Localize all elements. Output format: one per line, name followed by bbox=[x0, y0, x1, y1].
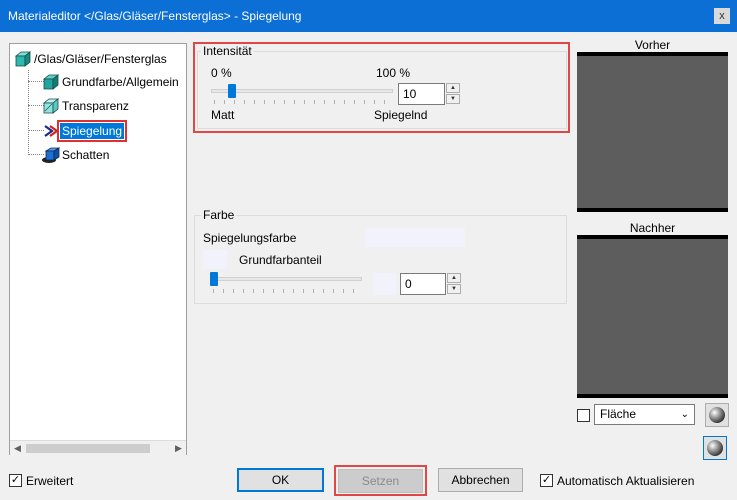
preview-option-checkbox[interactable] bbox=[577, 409, 590, 422]
base-share-slider-thumb[interactable] bbox=[210, 272, 218, 286]
auto-update-label: Automatisch Aktualisieren bbox=[557, 474, 695, 488]
tree-item-base-color[interactable]: Grundfarbe/Allgemein bbox=[42, 72, 181, 92]
close-button[interactable]: x bbox=[714, 8, 730, 24]
scrollbar-thumb[interactable] bbox=[26, 444, 150, 453]
intensity-value-input[interactable]: 10 bbox=[398, 83, 445, 105]
base-color-share-label: Grundfarbanteil bbox=[239, 253, 322, 267]
tree-item-label: Schatten bbox=[62, 148, 110, 162]
base-share-color-swatch bbox=[373, 273, 396, 295]
extended-label: Erweitert bbox=[26, 474, 74, 488]
auto-update-checkbox[interactable]: ✓ bbox=[540, 474, 553, 487]
base-share-slider-track[interactable] bbox=[210, 277, 362, 281]
tree-horizontal-scrollbar[interactable]: ◀ ▶ bbox=[10, 440, 186, 455]
sphere-preview-button[interactable] bbox=[705, 403, 729, 427]
intensity-right-label: Spiegelnd bbox=[374, 108, 428, 122]
intensity-slider-thumb[interactable] bbox=[228, 84, 237, 98]
base-color-swatch[interactable] bbox=[203, 250, 227, 269]
tree-connector bbox=[28, 70, 29, 155]
base-share-slider-ticks bbox=[213, 289, 363, 293]
tree-item-reflection[interactable]: Spiegelung bbox=[42, 120, 128, 142]
intensity-slider-track[interactable] bbox=[211, 89, 393, 93]
shadow-cube-icon bbox=[42, 147, 60, 163]
window-title: Materialeditor </Glas/Gläser/Fensterglas… bbox=[8, 9, 302, 23]
title-bar: Materialeditor </Glas/Gläser/Fensterglas… bbox=[0, 0, 737, 32]
tree-item-transparency[interactable]: Transparenz bbox=[42, 96, 131, 116]
cancel-button[interactable]: Abbrechen bbox=[438, 468, 523, 492]
intensity-slider-ticks bbox=[214, 100, 392, 104]
tree-item-label: Spiegelung bbox=[56, 120, 128, 142]
chevron-down-icon: ⌄ bbox=[680, 409, 689, 420]
sphere-render-icon bbox=[707, 440, 723, 456]
before-preview-label: Vorher bbox=[634, 38, 671, 52]
material-cube-icon bbox=[14, 51, 32, 67]
intensity-spin-down-icon[interactable]: ▼ bbox=[446, 94, 460, 104]
tree-root[interactable]: /Glas/Gläser/Fensterglas bbox=[14, 49, 169, 69]
apply-highlight bbox=[334, 465, 427, 496]
surface-select[interactable]: Fläche ⌄ bbox=[594, 404, 695, 425]
surface-select-value: Fläche bbox=[600, 407, 637, 421]
intensity-spin-up-icon[interactable]: ▲ bbox=[446, 83, 460, 93]
tree-root-label: /Glas/Gläser/Fensterglas bbox=[34, 52, 167, 66]
before-preview bbox=[577, 52, 728, 212]
transparency-cube-icon bbox=[42, 98, 60, 114]
base-color-cube-icon bbox=[42, 74, 60, 90]
extended-checkbox[interactable]: ✓ bbox=[9, 474, 22, 487]
category-tree[interactable]: /Glas/Gläser/Fensterglas Grundfarbe/Allg… bbox=[9, 43, 187, 455]
sphere-render-button[interactable] bbox=[703, 436, 727, 460]
intensity-max-label: 100 % bbox=[376, 66, 411, 80]
tree-item-label: Transparenz bbox=[62, 99, 129, 113]
reflection-color-swatch[interactable] bbox=[365, 228, 465, 247]
color-group-title: Farbe bbox=[201, 208, 237, 222]
tree-item-label: Grundfarbe/Allgemein bbox=[62, 75, 179, 89]
reflection-color-label: Spiegelungsfarbe bbox=[203, 231, 297, 245]
base-share-spin-up-icon[interactable]: ▲ bbox=[447, 273, 461, 283]
after-preview bbox=[577, 235, 728, 398]
intensity-left-label: Matt bbox=[211, 108, 235, 122]
reflection-arrow-icon bbox=[44, 125, 59, 137]
scroll-right-icon[interactable]: ▶ bbox=[171, 441, 186, 456]
ok-button[interactable]: OK bbox=[237, 468, 324, 492]
intensity-min-label: 0 % bbox=[211, 66, 232, 80]
after-preview-label: Nachher bbox=[629, 221, 676, 235]
base-share-spin-down-icon[interactable]: ▼ bbox=[447, 284, 461, 294]
tree-item-shadow[interactable]: Schatten bbox=[42, 145, 111, 165]
base-share-value-input[interactable]: 0 bbox=[400, 273, 446, 295]
sphere-icon bbox=[709, 407, 725, 423]
scroll-left-icon[interactable]: ◀ bbox=[10, 441, 25, 456]
